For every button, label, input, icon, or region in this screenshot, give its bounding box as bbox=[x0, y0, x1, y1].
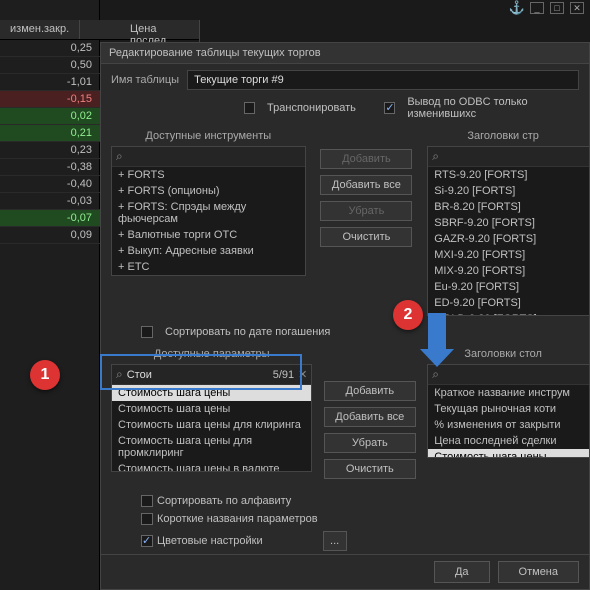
search-icon bbox=[432, 367, 439, 382]
ok-button[interactable]: Да bbox=[434, 561, 490, 583]
anchor-icon[interactable]: ⚓ bbox=[510, 2, 524, 14]
params-search-input[interactable] bbox=[127, 369, 269, 381]
list-item[interactable]: + FORTS (опционы) bbox=[112, 183, 305, 199]
list-item[interactable]: RTS-9.20 [FORTS] bbox=[428, 167, 589, 183]
add-all-params-button[interactable]: Добавить все bbox=[324, 407, 416, 427]
annotation-badge-2: 2 bbox=[393, 300, 423, 330]
short-names-checkbox[interactable] bbox=[141, 513, 153, 525]
list-item[interactable]: Стоимость шага цены для промклиринг bbox=[112, 433, 311, 461]
color-settings-checkbox[interactable] bbox=[141, 535, 153, 547]
annotation-arrow-icon bbox=[428, 313, 446, 353]
add-instrument-button[interactable]: Добавить bbox=[320, 149, 412, 169]
transpose-checkbox[interactable] bbox=[244, 102, 255, 114]
list-item[interactable]: + FORTS bbox=[112, 167, 305, 183]
sort-alpha-checkbox[interactable] bbox=[141, 495, 153, 507]
clear-params-button[interactable]: Очистить bbox=[324, 459, 416, 479]
price-cell: -0,15 bbox=[0, 91, 100, 108]
remove-instrument-button[interactable]: Убрать bbox=[320, 201, 412, 221]
list-item[interactable]: + Выкуп: Адресные заявки bbox=[112, 243, 305, 259]
sort-redemption-checkbox[interactable] bbox=[141, 326, 153, 338]
price-cell: -0,38 bbox=[0, 159, 100, 176]
tab-change-close[interactable]: измен.закр. bbox=[0, 20, 80, 39]
color-settings-more-button[interactable]: ... bbox=[323, 531, 347, 551]
table-name-input[interactable] bbox=[187, 70, 579, 90]
price-cell: -0,07 bbox=[0, 210, 100, 227]
price-cell: 0,50 bbox=[0, 57, 100, 74]
close-button[interactable]: ✕ bbox=[570, 2, 584, 14]
odbc-label: Вывод по ODBC только изменившихс bbox=[407, 96, 579, 120]
sort-alpha-label: Сортировать по алфавиту bbox=[157, 495, 291, 507]
list-item[interactable]: Стоимость шага цены bbox=[112, 401, 311, 417]
list-item[interactable]: Цена последней сделки bbox=[428, 433, 589, 449]
transpose-label: Транспонировать bbox=[267, 102, 356, 114]
cancel-button[interactable]: Отмена bbox=[498, 561, 579, 583]
search-icon bbox=[116, 149, 123, 164]
odbc-checkbox[interactable] bbox=[384, 102, 395, 114]
list-item[interactable]: + Валютные торги OTC bbox=[112, 227, 305, 243]
color-settings-label: Цветовые настройки bbox=[157, 535, 263, 547]
price-cell: -0,03 bbox=[0, 193, 100, 210]
dialog-title: Редактирование таблицы текущих торгов bbox=[101, 43, 589, 64]
table-name-label: Имя таблицы bbox=[111, 74, 179, 86]
remove-param-button[interactable]: Убрать bbox=[324, 433, 416, 453]
avail-instruments-label: Доступные инструменты bbox=[101, 126, 316, 146]
clear-search-icon[interactable]: ✕ bbox=[298, 368, 307, 381]
cols-search[interactable] bbox=[443, 369, 585, 381]
price-cell: 0,02 bbox=[0, 108, 100, 125]
instruments-search[interactable] bbox=[127, 151, 301, 163]
list-item[interactable]: Eu-9.20 [FORTS] bbox=[428, 279, 589, 295]
search-count: 5/91 bbox=[273, 369, 294, 381]
list-item[interactable]: Стоимость шага цены в валюте bbox=[112, 461, 311, 472]
edit-table-dialog: Редактирование таблицы текущих торгов Им… bbox=[100, 42, 590, 590]
rows-search[interactable] bbox=[443, 151, 585, 163]
list-item[interactable]: Стоимость шага цены bbox=[112, 385, 311, 401]
avail-params-label: Доступные параметры bbox=[101, 344, 322, 364]
list-item[interactable]: GOLD-9.20 [FORTS] bbox=[428, 311, 589, 316]
list-item[interactable]: Si-9.20 [FORTS] bbox=[428, 183, 589, 199]
list-item[interactable]: ED-9.20 [FORTS] bbox=[428, 295, 589, 311]
list-item[interactable]: MIX-9.20 [FORTS] bbox=[428, 263, 589, 279]
annotation-badge-1: 1 bbox=[30, 360, 60, 390]
price-column: 0,250,50-1,01-0,150,020,210,23-0,38-0,40… bbox=[0, 40, 100, 244]
list-item[interactable]: Текущая рыночная коти bbox=[428, 401, 589, 417]
search-icon bbox=[432, 149, 439, 164]
price-cell: -1,01 bbox=[0, 74, 100, 91]
price-cell: 0,09 bbox=[0, 227, 100, 244]
price-cell: 0,25 bbox=[0, 40, 100, 57]
list-item[interactable]: GAZR-9.20 [FORTS] bbox=[428, 231, 589, 247]
header-rows-label: Заголовки стр bbox=[417, 126, 589, 146]
add-param-button[interactable]: Добавить bbox=[324, 381, 416, 401]
search-icon bbox=[116, 367, 123, 382]
maximize-button[interactable]: □ bbox=[550, 2, 564, 14]
list-item[interactable]: Стоимость шага цены для клиринга bbox=[112, 417, 311, 433]
list-item[interactable]: MXI-9.20 [FORTS] bbox=[428, 247, 589, 263]
list-item[interactable]: Стоимость шага цены bbox=[428, 449, 589, 458]
list-item[interactable]: + FORTS: Спрэды между фьючерсам bbox=[112, 199, 305, 227]
clear-instruments-button[interactable]: Очистить bbox=[320, 227, 412, 247]
list-item[interactable]: Краткое название инструм bbox=[428, 385, 589, 401]
list-item[interactable]: SBRF-9.20 [FORTS] bbox=[428, 215, 589, 231]
sort-redemption-label: Сортировать по дате погашения bbox=[165, 326, 330, 338]
add-all-instruments-button[interactable]: Добавить все bbox=[320, 175, 412, 195]
list-item[interactable]: BR-8.20 [FORTS] bbox=[428, 199, 589, 215]
minimize-button[interactable]: _ bbox=[530, 2, 544, 14]
price-cell: -0,40 bbox=[0, 176, 100, 193]
list-item[interactable]: + Индекс ММВБ bbox=[112, 275, 305, 276]
list-item[interactable]: % изменения от закрыти bbox=[428, 417, 589, 433]
price-cell: 0,23 bbox=[0, 142, 100, 159]
short-names-label: Короткие названия параметров bbox=[157, 513, 318, 525]
list-item[interactable]: + ETC bbox=[112, 259, 305, 275]
price-cell: 0,21 bbox=[0, 125, 100, 142]
